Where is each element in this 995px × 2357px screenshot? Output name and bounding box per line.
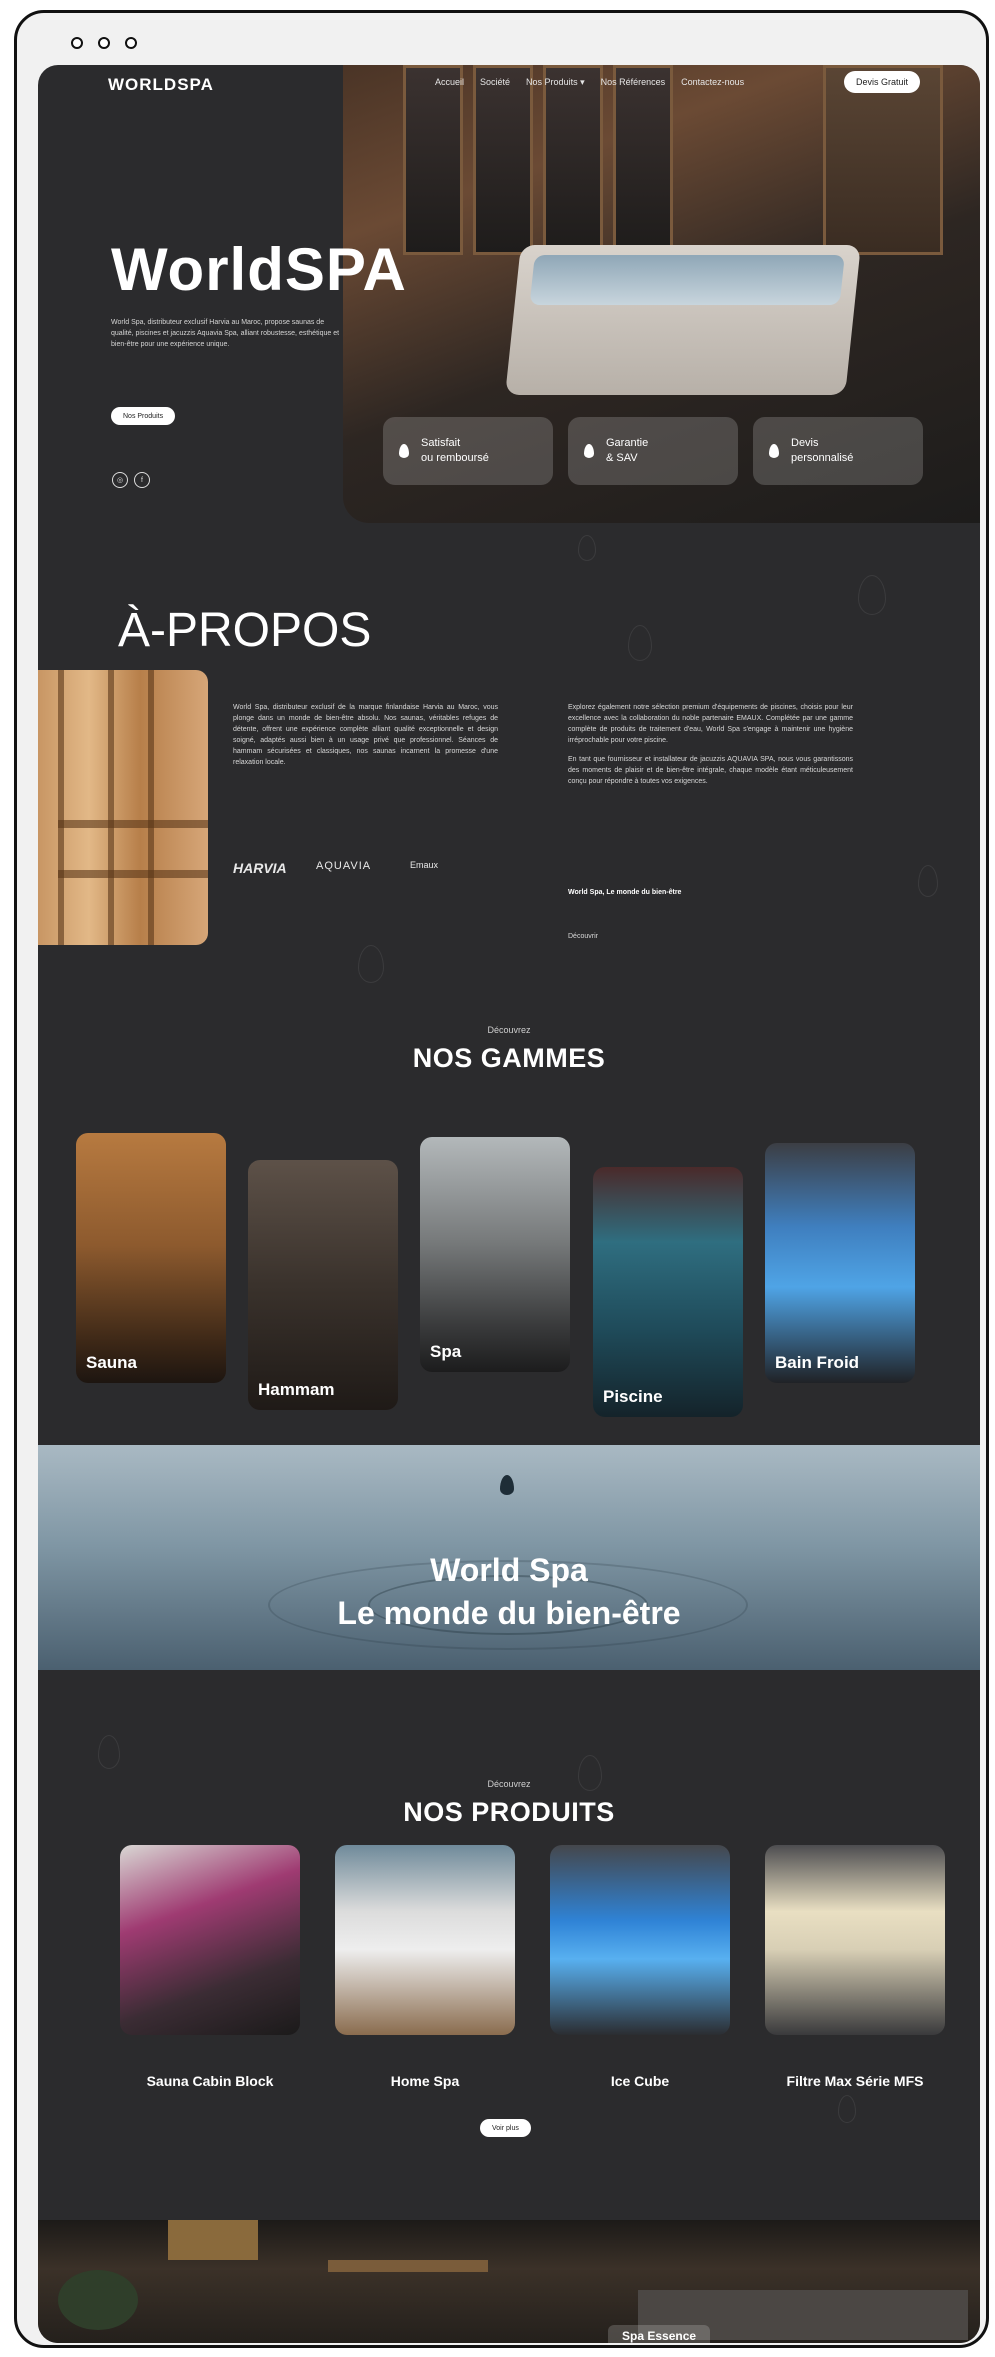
hero-products-button[interactable]: Nos Produits xyxy=(111,407,176,425)
feature-line: Satisfait xyxy=(421,437,461,449)
water-drop-icon xyxy=(584,444,594,458)
product-card-filtre[interactable] xyxy=(765,1845,945,2035)
water-drop-icon xyxy=(769,444,779,458)
gamme-label: Sauna xyxy=(86,1353,138,1372)
about-column-1: World Spa, distributeur exclusif de la m… xyxy=(233,702,498,776)
nav-item-references[interactable]: Nos Références xyxy=(601,77,666,88)
gamme-label: Piscine xyxy=(603,1387,663,1406)
feature-line: & SAV xyxy=(606,452,638,464)
voir-plus-button[interactable]: Voir plus xyxy=(480,2119,531,2137)
maximize-window-dot[interactable] xyxy=(125,37,137,49)
water-drop-decoration xyxy=(858,575,886,615)
gamme-label: Bain Froid xyxy=(775,1353,860,1372)
terrace-image xyxy=(38,2220,980,2343)
about-paragraph: Explorez également notre sélection premi… xyxy=(568,704,853,744)
top-navigation: WORLDSPA Accueil Société Nos Produits ▾ … xyxy=(38,65,980,101)
produits-title: NOS PRODUITS xyxy=(403,1797,615,1827)
product-name[interactable]: Filtre Max Série MFS xyxy=(755,2073,955,2089)
gamme-label: Hammam xyxy=(258,1380,335,1399)
browser-frame: WORLDSPA Accueil Société Nos Produits ▾ … xyxy=(14,10,989,2348)
about-tagline: World Spa, Le monde du bien-être xyxy=(568,889,682,896)
close-window-dot[interactable] xyxy=(71,37,83,49)
brand-emaux: Emaux xyxy=(410,860,439,870)
feature-line: Garantie xyxy=(606,437,649,449)
water-drop-icon xyxy=(399,444,409,458)
devis-gratuit-button[interactable]: Devis Gratuit xyxy=(844,71,921,93)
hero-title: WorldSPA xyxy=(111,236,407,303)
product-card-ice-cube[interactable] xyxy=(550,1845,730,2035)
instagram-icon[interactable]: ◎ xyxy=(112,472,128,488)
gammes-title: NOS GAMMES xyxy=(412,1043,606,1073)
water-drop-decoration xyxy=(98,1735,120,1769)
gamme-card-piscine[interactable]: Piscine xyxy=(593,1167,743,1417)
gammes-kicker: Découvrez xyxy=(487,1025,531,1035)
feature-line: Devis xyxy=(791,437,819,449)
water-drop-decoration xyxy=(628,625,652,661)
banner-title-line-2: Le monde du bien-être xyxy=(337,1595,681,1631)
main-menu: Accueil Société Nos Produits ▾ Nos Référ… xyxy=(435,77,744,88)
site-logo[interactable]: WORLDSPA xyxy=(108,75,214,95)
water-drop-decoration xyxy=(578,535,596,561)
nav-item-accueil[interactable]: Accueil xyxy=(435,77,464,88)
water-drop-decoration xyxy=(918,865,938,897)
nav-item-contact[interactable]: Contactez-nous xyxy=(681,77,744,88)
brand-harvia: HARVIA xyxy=(233,860,287,876)
product-name[interactable]: Ice Cube xyxy=(540,2073,740,2089)
gamme-label: Spa xyxy=(430,1342,462,1361)
about-paragraph: En tant que fournisseur et installateur … xyxy=(568,756,853,785)
feature-garantie: Garantie & SAV xyxy=(568,417,738,485)
gamme-card-hammam[interactable]: Hammam xyxy=(248,1160,398,1410)
website-page: WORLDSPA Accueil Société Nos Produits ▾ … xyxy=(38,65,980,2343)
product-card-home-spa[interactable] xyxy=(335,1845,515,2035)
gamme-card-bain-froid[interactable]: Bain Froid xyxy=(765,1143,915,1383)
about-discover-link[interactable]: Découvrir xyxy=(568,933,598,940)
feature-satisfait: Satisfait ou remboursé xyxy=(383,417,553,485)
facebook-icon[interactable]: f xyxy=(134,472,150,488)
feature-line: personnalisé xyxy=(791,452,854,464)
product-name[interactable]: Sauna Cabin Block xyxy=(110,2073,310,2089)
about-sauna-image xyxy=(38,670,208,945)
water-drop-decoration xyxy=(838,2095,856,2123)
nav-item-societe[interactable]: Société xyxy=(480,77,510,88)
about-paragraph: World Spa, distributeur exclusif de la m… xyxy=(233,704,498,766)
feature-line: ou remboursé xyxy=(421,452,489,464)
minimize-window-dot[interactable] xyxy=(98,37,110,49)
window-controls xyxy=(71,37,137,49)
nav-item-produits[interactable]: Nos Produits ▾ xyxy=(526,77,585,88)
hero-description: World Spa, distributeur exclusif Harvia … xyxy=(111,319,340,348)
about-column-2: Explorez également notre sélection premi… xyxy=(568,702,853,795)
gamme-card-sauna[interactable]: Sauna xyxy=(76,1133,226,1383)
product-card-sauna-cabin[interactable] xyxy=(120,1845,300,2035)
product-name[interactable]: Home Spa xyxy=(325,2073,525,2089)
water-drop-decoration xyxy=(358,945,384,983)
produits-kicker: Découvrez xyxy=(487,1779,531,1789)
brand-aquavia: AQUAVIA xyxy=(316,860,372,872)
water-drop-icon xyxy=(500,1475,514,1495)
banner-title-line-1: World Spa xyxy=(430,1552,588,1588)
spa-essence-label[interactable]: Spa Essence xyxy=(608,2325,711,2343)
gamme-card-spa[interactable]: Spa xyxy=(420,1137,570,1372)
feature-devis: Devis personnalisé xyxy=(753,417,923,485)
about-title: À-PROPOS xyxy=(118,604,372,657)
